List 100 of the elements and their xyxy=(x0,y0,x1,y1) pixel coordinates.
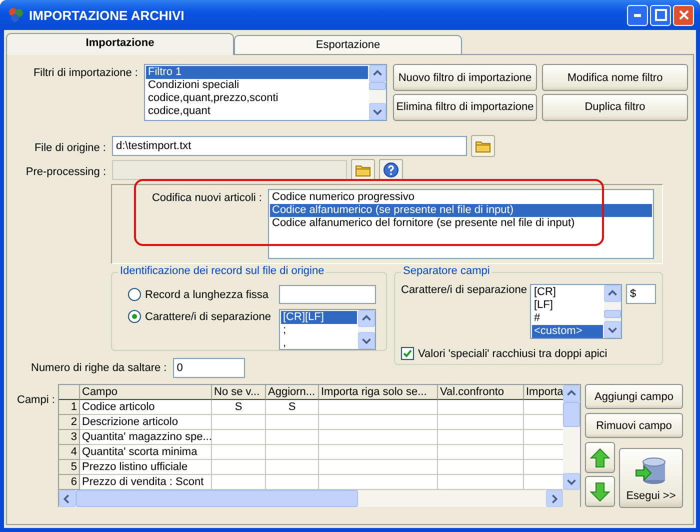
help-button[interactable] xyxy=(379,159,403,181)
filter-button[interactable]: Duplica filtro xyxy=(542,94,688,120)
column-header[interactable]: Campo xyxy=(80,385,212,400)
row-header: 3 xyxy=(59,430,80,445)
group-title: Identificazione dei record sul file di origine xyxy=(118,265,326,277)
column-header[interactable]: Importa riga solo se... xyxy=(319,385,438,400)
list-item[interactable]: codice,quant xyxy=(146,105,368,118)
input-field[interactable] xyxy=(279,285,376,304)
scrollbar[interactable] xyxy=(59,490,580,507)
list-item[interactable]: ; xyxy=(281,324,357,337)
scroll-down-button[interactable] xyxy=(604,321,621,338)
move-down-button[interactable] xyxy=(585,476,615,507)
input-field[interactable]: d:\testimport.txt xyxy=(112,136,467,156)
list-box[interactable]: Filtro 1 Condizioni speciali codice,quant,prezzo,sconti codice,quant xyxy=(144,64,387,121)
arrow-up-icon xyxy=(589,446,611,468)
scroll-up-button[interactable] xyxy=(358,310,375,327)
table-cell xyxy=(212,445,266,460)
table-cell: S xyxy=(266,400,319,415)
list-item[interactable]: <custom> xyxy=(532,325,603,338)
radio-button[interactable] xyxy=(128,310,141,323)
list-box[interactable]: [CR] [LF] # <custom> xyxy=(530,284,622,339)
checkbox[interactable] xyxy=(401,347,414,360)
field-label: Pre-processing : xyxy=(24,164,106,178)
list-item[interactable]: Codice numerico progressivo xyxy=(270,191,652,204)
table-cell: Quantita' scorta minima xyxy=(80,445,212,460)
scrollbar[interactable] xyxy=(369,65,386,120)
table-cell xyxy=(212,430,266,445)
run-button[interactable]: Esegui >> xyxy=(619,448,683,508)
table-cell xyxy=(212,415,266,430)
table-cell: Descrizione articolo xyxy=(80,415,212,430)
scrollbar-thumb[interactable] xyxy=(369,82,386,90)
folder-icon xyxy=(475,139,491,153)
list-item[interactable]: Codice alfanumerico (se presente nel file di input) xyxy=(270,204,652,217)
list-box[interactable]: [CR][LF] ; , xyxy=(279,309,376,350)
scroll-up-button[interactable] xyxy=(604,285,621,302)
list-item[interactable]: # xyxy=(532,312,603,325)
scrollbar[interactable] xyxy=(563,385,580,490)
table-cell xyxy=(266,430,319,445)
list-item[interactable]: Codice alfanumerico del fornitore (se presente nel file di input) xyxy=(270,217,652,230)
column-header[interactable]: Importa xyxy=(524,385,563,400)
scroll-up-button[interactable] xyxy=(563,385,580,402)
list-item[interactable]: , xyxy=(281,337,357,349)
list-item[interactable]: Filtro 1 xyxy=(146,66,368,79)
row-header: 4 xyxy=(59,445,80,460)
field-label: Codifica nuovi articoli : xyxy=(150,191,262,206)
scroll-right-button[interactable] xyxy=(546,490,563,507)
field-label: File di origine : xyxy=(33,140,106,154)
radio-label[interactable]: Record a lunghezza fissa xyxy=(145,288,269,300)
table-cell: Prezzo listino ufficiale xyxy=(80,460,212,475)
table-cell: Codice articolo xyxy=(80,400,212,415)
row-header: 2 xyxy=(59,415,80,430)
scrollbar[interactable] xyxy=(358,310,375,349)
table-cell xyxy=(266,415,319,430)
scroll-up-button[interactable] xyxy=(369,65,386,82)
group-title: Separatore campi xyxy=(401,265,492,277)
browse-button[interactable] xyxy=(351,159,375,181)
scroll-down-button[interactable] xyxy=(369,103,386,120)
table-cell: S xyxy=(212,400,266,415)
column-header[interactable]: No se v... xyxy=(212,385,266,400)
close-button[interactable] xyxy=(673,4,694,26)
table-cell xyxy=(212,460,266,475)
field-label: Carattere/i di separazione xyxy=(401,284,527,296)
list-box[interactable]: Codice numerico progressivo Codice alfanumerico (se presente nel file di input) Codice alfanumerico del fornitore (se presente nel file di input) xyxy=(268,189,654,259)
remove-field-button[interactable]: Rimuovi campo xyxy=(585,413,683,438)
filter-button[interactable]: Nuovo filtro di importazione xyxy=(393,64,537,91)
column-header[interactable]: Aggiorn... xyxy=(266,385,319,400)
maximize-icon xyxy=(654,9,666,21)
list-item[interactable]: codice,quant,prezzo,sconti xyxy=(146,92,368,105)
scroll-down-button[interactable] xyxy=(563,473,580,490)
radio-label[interactable]: Carattere/i di separazione xyxy=(145,310,271,322)
browse-button[interactable] xyxy=(471,135,495,157)
table-cell: Quantita' magazzino spe... xyxy=(80,430,212,445)
input-field[interactable]: 0 xyxy=(172,358,245,378)
field-label: Campi : xyxy=(17,393,56,408)
radio-button[interactable] xyxy=(128,288,141,301)
scrollbar[interactable] xyxy=(604,285,621,338)
tab[interactable]: Importazione xyxy=(6,33,234,55)
input-field[interactable]: $ xyxy=(626,284,656,304)
list-item[interactable]: [CR] xyxy=(532,286,603,299)
column-header[interactable]: Val.confronto xyxy=(438,385,524,400)
move-up-button[interactable] xyxy=(585,442,615,473)
add-field-button[interactable]: Aggiungi campo xyxy=(585,384,683,409)
window-title: IMPORTAZIONE ARCHIVI xyxy=(29,8,186,22)
row-header: 1 xyxy=(59,400,80,415)
close-icon xyxy=(678,9,690,21)
tab[interactable]: Esportazione xyxy=(234,35,462,54)
filter-button[interactable]: Modifica nome filtro xyxy=(542,64,688,91)
filter-button[interactable]: Elimina filtro di importazione xyxy=(393,94,537,120)
list-item[interactable]: [CR][LF] xyxy=(281,311,357,324)
scrollbar-thumb[interactable] xyxy=(563,402,580,427)
checkbox-label[interactable]: Valori 'speciali' racchiusi tra doppi apici xyxy=(418,348,608,360)
scrollbar-thumb[interactable] xyxy=(76,490,358,507)
scroll-down-button[interactable] xyxy=(358,332,375,349)
list-item[interactable]: Condizioni speciali xyxy=(146,79,368,92)
list-item[interactable]: [LF] xyxy=(532,299,603,312)
field-label: Filtri di importazione : xyxy=(32,66,138,81)
scrollbar-thumb[interactable] xyxy=(604,310,621,318)
scroll-left-button[interactable] xyxy=(59,490,76,507)
minimize-button[interactable] xyxy=(627,4,648,26)
maximize-button[interactable] xyxy=(650,4,671,26)
